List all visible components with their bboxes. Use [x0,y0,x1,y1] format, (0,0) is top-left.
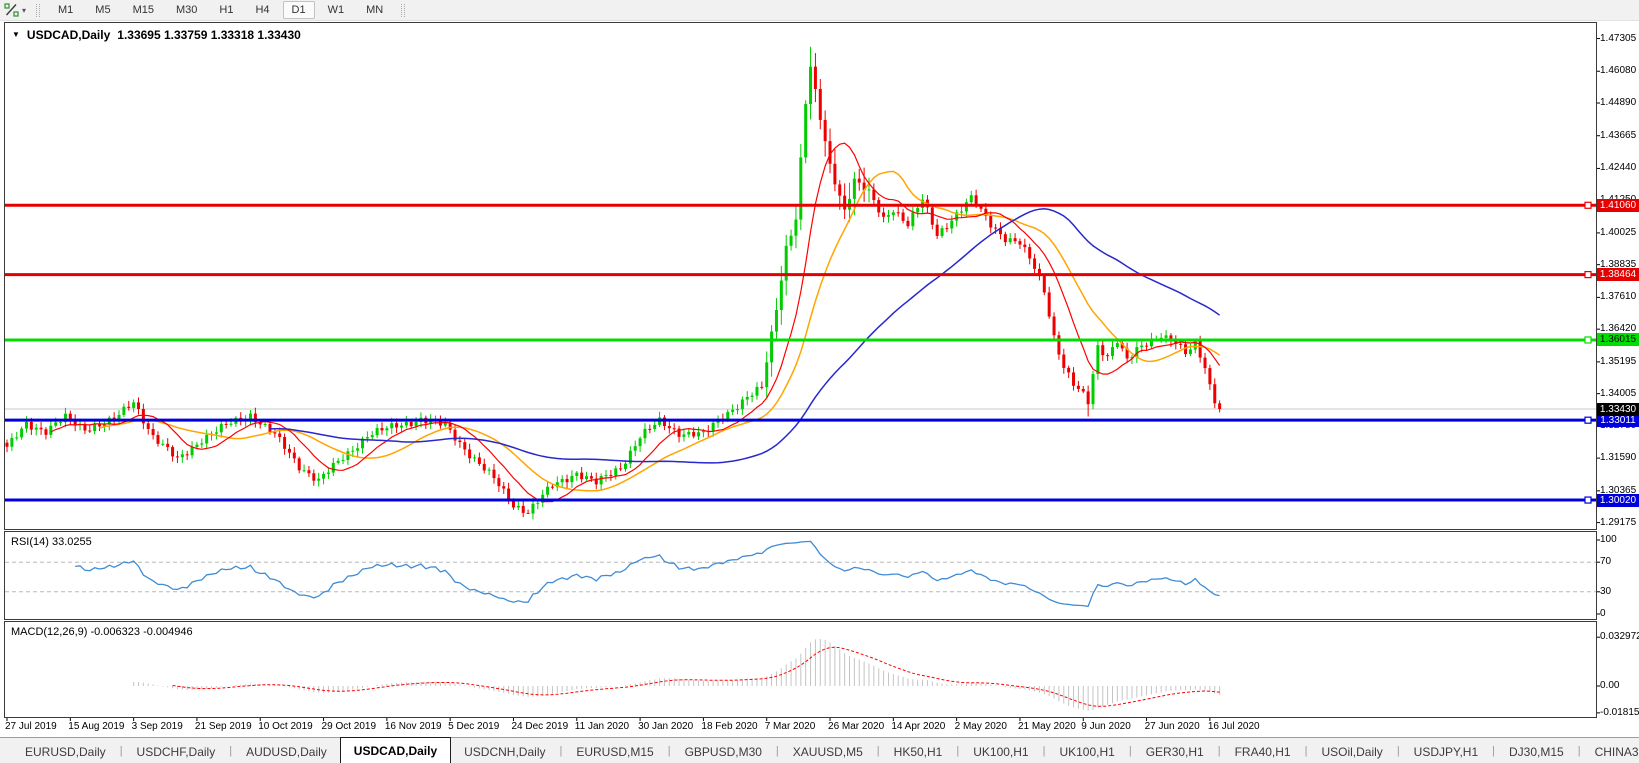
date-label: 14 Apr 2020 [891,721,945,732]
rsi-indicator-label: RSI(14) 33.0255 [11,536,92,548]
date-label: 26 Mar 2020 [828,721,884,732]
chart-tab-bar: EURUSD,Daily|USDCHF,Daily|AUDUSD,DailyUS… [0,737,1639,763]
tab-usoil-daily[interactable]: USOil,Daily [1308,741,1395,763]
rsi-axis-label: 70 [1600,556,1611,567]
price-axis-label: 1.47305 [1600,33,1636,44]
tab-xauusd-m5[interactable]: XAUUSD,M5 [780,741,876,763]
date-label: 27 Jun 2020 [1145,721,1200,732]
tab-uk100-h1[interactable]: UK100,H1 [960,741,1041,763]
hline-price-tag: 1.33011 [1597,414,1639,427]
date-label: 2 May 2020 [955,721,1007,732]
current-price-tag: 1.33430 [1597,403,1639,416]
tab-gbpusd-m30[interactable]: GBPUSD,M30 [672,741,775,763]
date-label: 11 Jan 2020 [575,721,629,732]
tab-eurusd-daily[interactable]: EURUSD,Daily [12,741,119,763]
hline-price-tag: 1.30020 [1597,494,1639,507]
tab-ger30-h1[interactable]: GER30,H1 [1133,741,1217,763]
date-label: 9 Jun 2020 [1081,721,1131,732]
price-axis-label: 1.43665 [1600,130,1636,141]
tab-usdcnh-daily[interactable]: USDCNH,Daily [451,741,558,763]
date-label: 24 Dec 2019 [511,721,568,732]
date-label: 3 Sep 2019 [132,721,183,732]
macd-indicator-label: MACD(12,26,9) -0.006323 -0.004946 [11,626,193,638]
tab-eurusd-m15[interactable]: EURUSD,M15 [563,741,666,763]
date-label: 18 Feb 2020 [701,721,757,732]
date-label: 10 Oct 2019 [258,721,312,732]
tab-china300-h4[interactable]: CHINA300,H4 [1582,741,1639,763]
hline-price-tag: 1.36015 [1597,333,1639,346]
collapse-arrow-icon[interactable]: ▼ [12,29,20,41]
price-axis-label: 1.40025 [1600,227,1636,238]
chart-title: ▼ USDCAD,Daily 1.33695 1.33759 1.33318 1… [12,28,301,42]
time-axis[interactable]: 27 Jul 2019 15 Aug 2019 3 Sep 2019 21 Sep 2… [0,718,1597,735]
terminal-window: ▾ M1M5M15M30H1H4D1W1MN ▼ USDCAD,Daily 1.… [0,0,1639,763]
date-label: 16 Nov 2019 [385,721,442,732]
price-axis-label: 1.37610 [1600,291,1636,302]
date-label: 27 Jul 2019 [5,721,57,732]
price-axis-label: 1.35195 [1600,356,1636,367]
tab-dj30-m15[interactable]: DJ30,M15 [1496,741,1577,763]
date-label: 16 Jul 2020 [1208,721,1260,732]
price-axis-label: 1.46080 [1600,65,1636,76]
chart-title-ohlc: 1.33695 1.33759 1.33318 1.33430 [117,28,301,42]
macd-axis-label: 0.032972 [1600,631,1639,642]
tab-hk50-h1[interactable]: HK50,H1 [881,741,956,763]
chart-title-symbol: USDCAD,Daily [27,28,110,42]
price-axis[interactable]: 1.473051.460801.448901.436651.424401.412… [1597,22,1639,718]
price-axis-label: 1.29175 [1600,517,1636,528]
hline-price-tag: 1.41060 [1597,199,1639,212]
price-axis-label: 1.42440 [1600,162,1636,173]
hline-price-tag: 1.38464 [1597,268,1639,281]
date-label: 7 Mar 2020 [765,721,816,732]
price-axis-label: 1.31590 [1600,452,1636,463]
tab-uk100-h1[interactable]: UK100,H1 [1046,741,1127,763]
tab-fra40-h1[interactable]: FRA40,H1 [1222,741,1304,763]
macd-axis-label: -0.018154 [1600,707,1639,718]
date-label: 21 Sep 2019 [195,721,252,732]
tab-usdjpy-h1[interactable]: USDJPY,H1 [1401,741,1491,763]
tab-audusd-daily[interactable]: AUDUSD,Daily [233,741,340,763]
tab-usdcad-daily[interactable]: USDCAD,Daily [340,737,451,763]
chart-canvas[interactable] [0,0,1639,763]
rsi-axis-label: 0 [1600,608,1606,619]
tab-usdchf-daily[interactable]: USDCHF,Daily [124,741,229,763]
date-label: 30 Jan 2020 [638,721,693,732]
rsi-axis-label: 100 [1600,534,1617,545]
price-axis-label: 1.44890 [1600,97,1636,108]
rsi-axis-label: 30 [1600,586,1611,597]
date-label: 21 May 2020 [1018,721,1076,732]
macd-axis-label: 0.00 [1600,680,1619,691]
date-label: 5 Dec 2019 [448,721,499,732]
date-label: 29 Oct 2019 [322,721,376,732]
price-axis-label: 1.34005 [1600,388,1636,399]
date-label: 15 Aug 2019 [68,721,124,732]
